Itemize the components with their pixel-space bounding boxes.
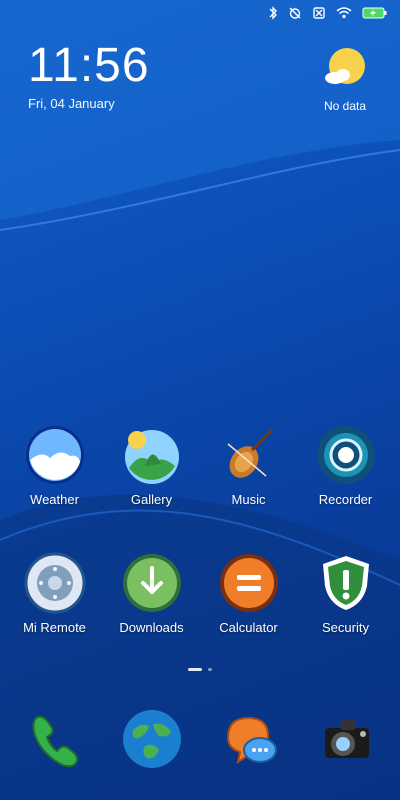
app-gallery[interactable]: Gallery xyxy=(106,424,198,507)
wifi-icon xyxy=(336,7,352,19)
app-downloads[interactable]: Downloads xyxy=(106,552,198,635)
app-row-2: Mi Remote Downloads Calculator Security xyxy=(0,552,400,635)
clock[interactable]: 11:56 xyxy=(28,38,150,93)
sun-cloud-icon xyxy=(325,48,365,84)
app-label-weather: Weather xyxy=(30,492,79,507)
app-label-downloads: Downloads xyxy=(119,620,184,635)
app-label-recorder: Recorder xyxy=(318,492,373,507)
weather-app-icon xyxy=(24,424,86,486)
app-music[interactable]: Music xyxy=(203,424,295,507)
app-label-mi-remote: Mi Remote xyxy=(23,620,86,635)
app-label-calculator: Calculator xyxy=(219,620,278,635)
app-recorder[interactable]: Recorder xyxy=(300,424,392,507)
app-calculator[interactable]: Calculator xyxy=(203,552,295,635)
app-label-music: Music xyxy=(231,492,266,507)
weather-widget[interactable]: No data xyxy=(310,46,380,113)
page-indicator xyxy=(0,668,400,671)
alarm-off-icon xyxy=(288,6,302,20)
no-sim-icon xyxy=(312,6,326,20)
page-dot-2[interactable] xyxy=(208,668,212,671)
wallpaper xyxy=(0,0,400,800)
app-row-1: Weather Gallery Music Recorder xyxy=(0,424,400,507)
app-weather[interactable]: Weather xyxy=(9,424,101,507)
weather-status: No data xyxy=(323,99,367,113)
remote-icon xyxy=(24,552,86,614)
app-label-security: Security xyxy=(322,620,369,635)
status-bar xyxy=(268,6,388,20)
phone-icon xyxy=(24,708,86,770)
date: Fri, 04 January xyxy=(28,96,115,111)
app-mi-remote[interactable]: Mi Remote xyxy=(9,552,101,635)
page-dot-1[interactable] xyxy=(188,668,202,671)
bluetooth-icon xyxy=(268,6,278,20)
download-icon xyxy=(121,552,183,614)
dock xyxy=(0,708,400,770)
app-label-gallery: Gallery xyxy=(130,492,173,507)
battery-charging-icon xyxy=(362,6,388,20)
home-screen: 11:56 Fri, 04 January No data Weather Ga… xyxy=(0,0,400,800)
app-security[interactable]: Security xyxy=(300,552,392,635)
browser-globe-icon xyxy=(121,708,183,770)
violin-icon xyxy=(218,424,280,486)
recorder-icon xyxy=(315,424,377,486)
dock-camera[interactable] xyxy=(300,708,392,770)
calculator-icon xyxy=(218,552,280,614)
dock-messages[interactable] xyxy=(203,708,295,770)
dock-phone[interactable] xyxy=(9,708,101,770)
messages-icon xyxy=(218,708,280,770)
dock-browser[interactable] xyxy=(106,708,198,770)
camera-icon xyxy=(315,708,377,770)
shield-icon xyxy=(315,552,377,614)
gallery-app-icon xyxy=(121,424,183,486)
